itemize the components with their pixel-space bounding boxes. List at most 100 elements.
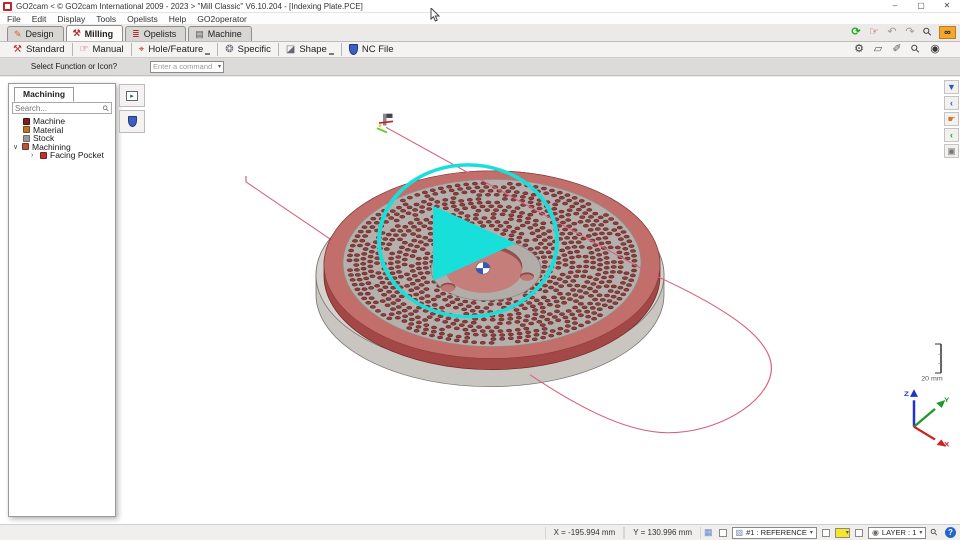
grid-icon[interactable]: ▦ [704, 527, 713, 538]
snapshot-icon[interactable]: ▣ [944, 144, 959, 158]
manual-icon: ☞ [80, 45, 89, 55]
machining-panel: Machining ⚲ Machine Material Stock ∨ Mac… [8, 83, 116, 517]
material-node-icon [23, 126, 30, 133]
panel-tab-machining[interactable]: Machining [14, 87, 74, 102]
app-icon [3, 2, 12, 11]
search-input[interactable] [15, 104, 103, 113]
dropdown-indicator [329, 53, 334, 55]
zoom-icon[interactable]: ⚲ [921, 26, 935, 39]
close-button[interactable]: ✕ [934, 0, 960, 12]
zoom-layer-icon[interactable]: ⚲ [931, 527, 938, 538]
machine-setup-icon[interactable]: ⚙ [852, 43, 866, 56]
color-swatch[interactable]: ▾ [835, 528, 850, 538]
help-icon[interactable]: ? [945, 527, 956, 538]
scale-label: 20 mm [921, 376, 942, 382]
scale-ruler: 20 mm [921, 344, 942, 383]
tree-item-facing-pocket[interactable]: › Facing Pocket [31, 151, 115, 160]
ribbon-header: ✎ Design ⚒ Milling ≣ Opelists ▤ Machine … [0, 25, 960, 76]
back-chevron-icon[interactable]: ‹ [944, 96, 959, 110]
color-checkbox[interactable] [822, 529, 830, 537]
menu-opelists[interactable]: Opelists [127, 14, 158, 24]
menu-edit[interactable]: Edit [32, 14, 47, 24]
reference-combobox[interactable]: ▧ #1 : REFERENCE ▾ [732, 527, 817, 539]
chevron-down-icon: ▾ [810, 529, 813, 536]
layer-combobox[interactable]: ◉ LAYER : 1 ▾ [868, 527, 926, 539]
opelists-icon: ≣ [132, 30, 140, 39]
clean-icon[interactable]: ✐ [890, 43, 904, 56]
nc-shield-button[interactable] [119, 110, 145, 133]
facing-pocket-node-icon [40, 152, 47, 159]
specific-button[interactable]: ❂ Specific [218, 42, 278, 57]
tab-opelists[interactable]: ≣ Opelists [125, 26, 186, 41]
prev-chevron-icon[interactable]: ‹ [944, 128, 959, 142]
shape-button[interactable]: ◪ Shape [279, 42, 341, 57]
z-axis-label: Z [904, 390, 909, 398]
undo-icon[interactable]: ↶ [885, 26, 899, 39]
cube-icon: ▧ [736, 528, 744, 537]
manual-button[interactable]: ☞ Manual [73, 42, 131, 57]
menu-go2operator[interactable]: GO2operator [197, 14, 247, 24]
panel-side-buttons: ▸ [119, 84, 145, 133]
command-combobox[interactable]: Enter a command ▾ [150, 61, 224, 73]
layer-checkbox[interactable] [855, 529, 863, 537]
search-box: ⚲ [12, 102, 112, 114]
machining-node-icon [22, 143, 29, 150]
tab-design[interactable]: ✎ Design [7, 26, 64, 41]
milling-icon: ⚒ [73, 29, 81, 38]
title-bar: GO2cam < © GO2cam International 2009 - 2… [0, 0, 960, 13]
shape-icon: ◪ [286, 45, 295, 55]
command-prompt: Select Function or Icon? [0, 62, 148, 71]
menu-bar: File Edit Display Tools Opelists Help GO… [0, 13, 960, 25]
pan-hand-icon[interactable]: ☛ [944, 112, 959, 126]
expand-arrow-icon[interactable]: ∨ [13, 143, 19, 151]
ribbon: ⚒ Standard ☞ Manual ⌖ Hole/Feature ❂ Spe… [0, 41, 960, 58]
zoom-window-icon[interactable]: ⚲ [909, 43, 923, 56]
view-tools-row1: ⟳ ☞ ↶ ↷ ⚲ ∞ [849, 26, 956, 39]
scene-canvas: 20 mmZYX [0, 77, 960, 524]
nc-file-button[interactable]: NC File [342, 42, 401, 57]
redo-icon[interactable]: ↷ [903, 26, 917, 39]
y-axis-label: Y [944, 396, 949, 404]
eraser-icon[interactable]: ▱ [871, 43, 885, 56]
machine-icon: ▤ [195, 30, 204, 39]
axis-triad: ZYX [904, 389, 949, 449]
viewport-3d[interactable]: 20 mmZYX [0, 77, 960, 524]
eye-icon: ◉ [872, 528, 879, 537]
menu-help[interactable]: Help [169, 14, 186, 24]
goggles-icon[interactable]: ∞ [939, 26, 956, 39]
specific-icon: ❂ [225, 45, 233, 55]
filter-icon[interactable]: ▼ [944, 80, 959, 94]
standard-icon: ⚒ [13, 45, 22, 55]
status-bar: X = -195.994 mm Y = 130.996 mm ▦ ▧ #1 : … [0, 524, 960, 540]
reference-checkbox[interactable] [719, 529, 727, 537]
menu-display[interactable]: Display [57, 14, 85, 24]
menu-file[interactable]: File [7, 14, 21, 24]
minimize-button[interactable]: – [882, 0, 908, 12]
tab-machine[interactable]: ▤ Machine [188, 26, 252, 41]
chevron-down-icon: ▾ [218, 63, 221, 70]
chevron-down-icon: ▾ [846, 529, 849, 536]
nc-shield-icon [349, 44, 358, 55]
go2cam-window: GO2cam < © GO2cam International 2009 - 2… [0, 0, 960, 76]
collapse-arrow-icon[interactable]: › [31, 152, 37, 159]
right-toolbar: ▼ ‹ ☛ ‹ ▣ [944, 80, 959, 158]
view-tools-row2: ⚙ ▱ ✐ ⚲ ◉ [852, 43, 942, 56]
machining-tree: Machine Material Stock ∨ Machining › Fac… [9, 114, 115, 160]
hole-feature-button[interactable]: ⌖ Hole/Feature [132, 42, 218, 57]
select-tool-icon[interactable]: ☞ [867, 26, 881, 39]
window-title: GO2cam < © GO2cam International 2009 - 2… [16, 2, 882, 11]
shield-icon [128, 116, 137, 127]
tab-milling[interactable]: ⚒ Milling [66, 25, 124, 41]
regen-icon[interactable]: ⟳ [849, 26, 863, 39]
standard-button[interactable]: ⚒ Standard [6, 42, 72, 57]
machine-node-icon [23, 118, 30, 125]
x-coordinate: X = -195.994 mm [545, 527, 625, 539]
hole-feature-icon: ⌖ [139, 45, 145, 55]
visibility-eye-icon[interactable]: ◉ [928, 43, 942, 56]
menu-tools[interactable]: Tools [96, 14, 116, 24]
mouse-cursor [430, 8, 442, 23]
maximize-button[interactable]: ▢ [908, 0, 934, 12]
panel-play-icon: ▸ [126, 91, 138, 101]
tab-row: ✎ Design ⚒ Milling ≣ Opelists ▤ Machine … [0, 25, 960, 41]
opelist-preview-button[interactable]: ▸ [119, 84, 145, 107]
